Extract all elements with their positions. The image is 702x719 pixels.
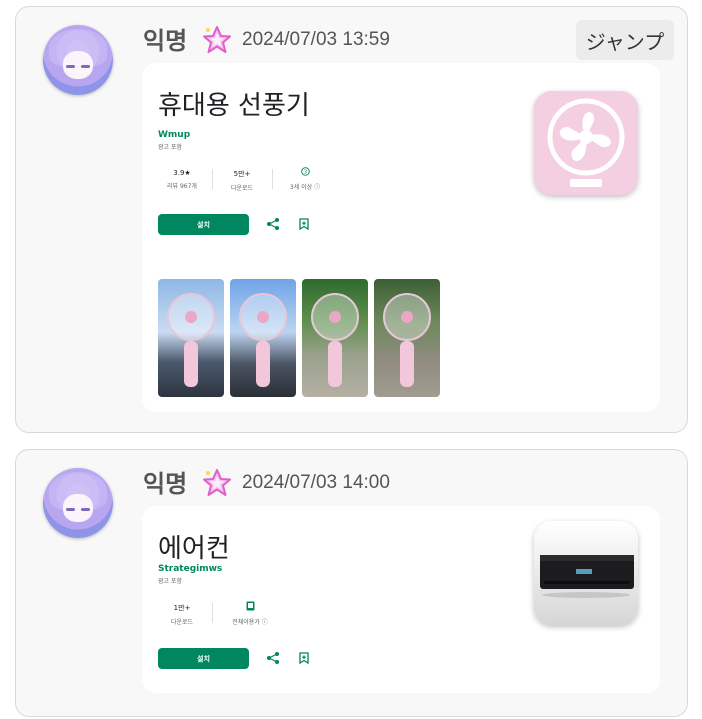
rating-stat: 3.9★ 리뷰 967개 [160, 169, 204, 190]
avatar-eye-left [66, 508, 75, 511]
author-name: 익명 [143, 470, 188, 498]
rating-label: 리뷰 967개 [167, 183, 197, 190]
air-conditioner-app-icon[interactable] [534, 521, 638, 625]
ads-note: 광고 포함 [158, 578, 182, 585]
post-timestamp: 2024/07/03 13:59 [242, 29, 390, 50]
app-screenshot-2[interactable] [230, 279, 296, 397]
ads-note: 광고 포함 [158, 144, 182, 151]
post-1: 익명 2024/07/03 13:59 ジャンプ 휴대용 선풍기 Wmup 광고… [15, 6, 688, 433]
age-rating-stat[interactable]: 3 3세 이상 ⓘ [280, 167, 330, 191]
share-icon[interactable] [266, 217, 280, 231]
star-badge-icon [203, 26, 231, 53]
downloads-label: 다운로드 [170, 619, 194, 626]
stat-divider [272, 169, 273, 189]
avatar-eye-right [81, 65, 90, 68]
age-rating-number: 3 [303, 169, 306, 175]
app-developer[interactable]: Strategimws [158, 564, 222, 574]
app-card[interactable]: 휴대용 선풍기 Wmup 광고 포함 3.9★ 리뷰 967개 5만+ 다운로드… [142, 63, 660, 412]
rating-value: 3.9★ [173, 169, 191, 177]
share-icon[interactable] [266, 651, 280, 665]
stat-divider [212, 169, 213, 189]
avatar-eye-left [66, 65, 75, 68]
install-button[interactable]: 설치 [158, 214, 249, 235]
post-timestamp: 2024/07/03 14:00 [242, 472, 390, 493]
stat-divider [212, 603, 213, 623]
app-screenshot-3[interactable] [302, 279, 368, 397]
content-rating-label: 전체이용가 ⓘ [232, 619, 268, 626]
app-title[interactable]: 에어컨 [158, 528, 230, 565]
app-developer[interactable]: Wmup [158, 130, 190, 140]
avatar-eye-right [81, 508, 90, 511]
app-title[interactable]: 휴대용 선풍기 [158, 85, 310, 122]
post-2: 익명 2024/07/03 14:00 에어컨 Strategimws 광고 포… [15, 449, 688, 717]
downloads-value: 1만+ [173, 604, 191, 612]
jump-button[interactable]: ジャンプ [576, 20, 674, 60]
install-button[interactable]: 설치 [158, 648, 249, 669]
downloads-label: 다운로드 [230, 185, 254, 192]
age-rating-label: 3세 이상 ⓘ [289, 184, 321, 191]
star-badge-icon [203, 469, 231, 496]
downloads-value: 5만+ [233, 170, 251, 178]
wishlist-icon[interactable] [297, 217, 311, 231]
app-card[interactable]: 에어컨 Strategimws 광고 포함 1만+ 다운로드 전체이용가 ⓘ 설… [142, 506, 660, 693]
content-rating-badge-icon [222, 601, 278, 613]
content-rating-stat[interactable]: 전체이용가 ⓘ [222, 601, 278, 626]
app-screenshot-1[interactable] [158, 279, 224, 397]
age-rating-badge-icon: 3 [280, 167, 330, 178]
wishlist-icon[interactable] [297, 651, 311, 665]
avatar[interactable] [43, 25, 113, 95]
pink-fan-app-icon[interactable] [534, 91, 638, 195]
downloads-stat: 5만+ 다운로드 [220, 169, 264, 192]
avatar[interactable] [43, 468, 113, 538]
app-screenshot-4[interactable] [374, 279, 440, 397]
downloads-stat: 1만+ 다운로드 [160, 603, 204, 626]
author-name: 익명 [143, 27, 188, 55]
